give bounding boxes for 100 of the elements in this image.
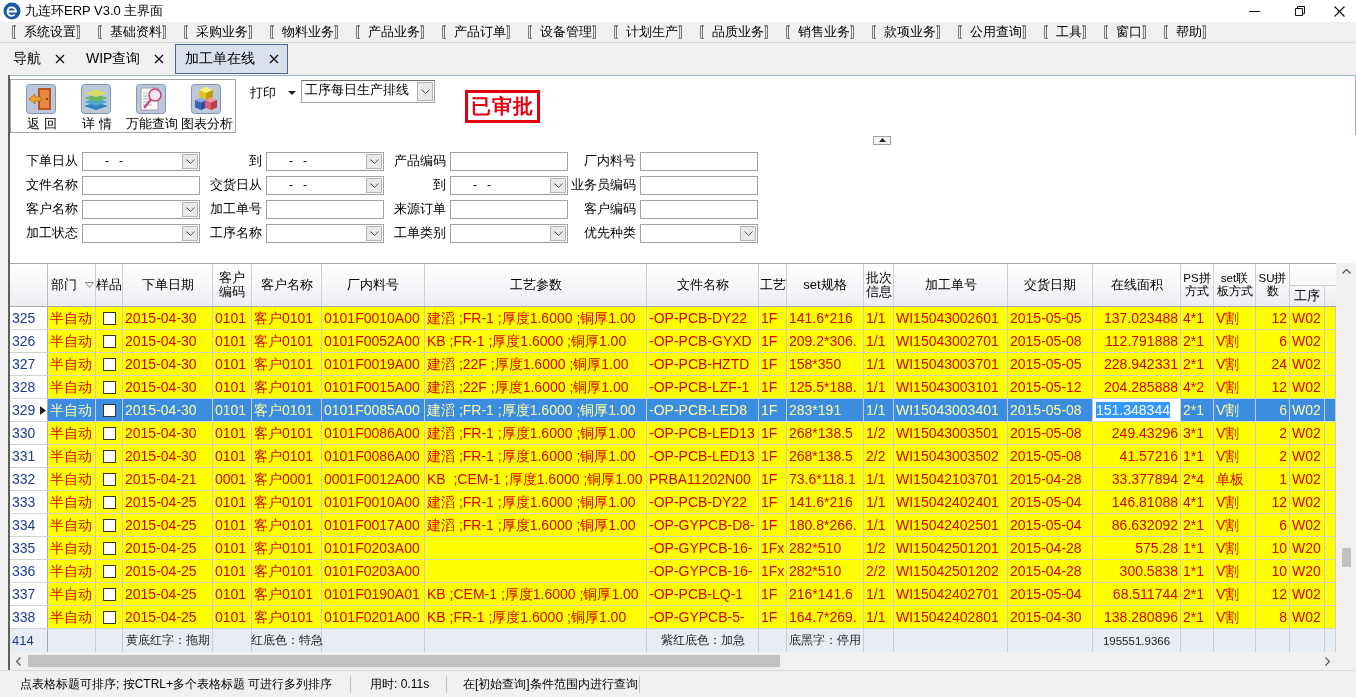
text-field[interactable] bbox=[640, 152, 758, 171]
table-row[interactable]: 337 半自动 2015-04-25 0101 客户0101 0101F0190A01 KB ;CEM-1 ;厚度1.6000 ;铜厚1.00 -OP-PCB-LQ-1 1F 216*141.6 1/1 WI15042402701 2015-05-04 68.511744 2*1 V割 12 W02 bbox=[10, 583, 1336, 606]
print-button[interactable]: 打印 bbox=[248, 83, 298, 103]
tab[interactable]: WIP查询 bbox=[76, 44, 174, 74]
close-icon[interactable] bbox=[269, 54, 280, 64]
menu-item[interactable]: 〚设备管理〛 bbox=[527, 23, 605, 41]
toolbar-button[interactable]: 图表分析 bbox=[178, 80, 233, 132]
text-field[interactable] bbox=[640, 200, 758, 219]
combo-field[interactable] bbox=[450, 224, 568, 243]
table-row[interactable]: 333 半自动 2015-04-25 0101 客户0101 0101F0010A00 建滔 ;FR-1 ;厚度1.6000 ;铜厚1.00 -OP-PCB-DY22 1F 141.6*216 1/1 WI15042402401 2015-05-04 146.81088 4*1 V割 12 W02 bbox=[10, 491, 1336, 514]
menu-item[interactable]: 〚产品业务〛 bbox=[355, 23, 433, 41]
checkbox[interactable] bbox=[102, 357, 116, 371]
menu-item[interactable]: 〚系统设置〛 bbox=[11, 23, 89, 41]
checkbox[interactable] bbox=[102, 564, 116, 578]
collapse-button[interactable] bbox=[873, 135, 891, 145]
text-field[interactable] bbox=[82, 176, 200, 195]
close-icon[interactable] bbox=[55, 54, 65, 64]
horizontal-scrollbar[interactable] bbox=[10, 652, 1356, 670]
row-header[interactable]: 331 bbox=[10, 445, 48, 467]
dropdown-button[interactable] bbox=[366, 178, 382, 193]
dropdown-button[interactable] bbox=[366, 226, 382, 241]
menu-item[interactable]: 〚销售业务〛 bbox=[785, 23, 863, 41]
column-header[interactable]: 工序 bbox=[1290, 285, 1325, 306]
column-header[interactable]: set联板方式 bbox=[1214, 264, 1256, 306]
table-row[interactable]: 336 半自动 2015-04-25 0101 客户0101 0101F0203A00 -OP-GYPCB-16- 1Fx 282*510 2/2 WI15042501202 2015-04-28 300.5838 1*1 V割 10 W20 bbox=[10, 560, 1336, 583]
column-header[interactable]: 下单日期 bbox=[123, 264, 213, 306]
date-field[interactable]: - - bbox=[266, 176, 384, 195]
menu-item[interactable]: 〚物料业务〛 bbox=[269, 23, 347, 41]
column-header[interactable]: 客户名称 bbox=[252, 264, 322, 306]
row-header[interactable]: 334 bbox=[10, 514, 48, 536]
table-row[interactable]: 334 半自动 2015-04-25 0101 客户0101 0101F0017A00 建滔 ;FR-1 ;厚度1.6000 ;铜厚1.00 -OP-GYPCB-D8- 1F 180.8*266. 1/1 WI15042402501 2015-05-04 86.632092 2*1 V割 6 W02 bbox=[10, 514, 1336, 537]
column-header[interactable]: PS拼方式 bbox=[1181, 264, 1214, 306]
column-header[interactable]: 在线面积 bbox=[1093, 264, 1181, 306]
scrollbar-thumb[interactable] bbox=[28, 655, 780, 667]
row-header[interactable]: 333 bbox=[10, 491, 48, 513]
table-row[interactable]: 332 半自动 2015-04-21 0001 客户0001 0001F0012A00 KB ;CEM-1 ;厚度1.6000 ;铜厚1.00 PRBA11202N00 1F 73.6*118.1 1/1 WI15042103701 2015-04-28 33.377894 2*4 单板 1 W02 bbox=[10, 468, 1336, 491]
row-header[interactable]: 325 bbox=[10, 307, 48, 329]
checkbox[interactable] bbox=[102, 311, 116, 325]
menu-item[interactable]: 〚品质业务〛 bbox=[699, 23, 777, 41]
checkbox[interactable] bbox=[102, 541, 116, 555]
row-header[interactable]: 327 bbox=[10, 353, 48, 375]
column-header[interactable]: 客户编码 bbox=[213, 264, 252, 306]
checkbox[interactable] bbox=[102, 610, 116, 624]
table-row[interactable]: 330 半自动 2015-04-30 0101 客户0101 0101F0086A00 建滔 ;FR-1 ;厚度1.6000 ;铜厚1.00 -OP-PCB-LED13 1F 268*138.5 1/2 WI15043003501 2015-05-08 249.43296 3*1 V割 2 W02 bbox=[10, 422, 1336, 445]
checkbox[interactable] bbox=[102, 518, 116, 532]
dropdown-button[interactable] bbox=[740, 226, 756, 241]
close-icon[interactable] bbox=[154, 54, 165, 64]
scrollbar-thumb[interactable] bbox=[1341, 548, 1351, 567]
row-header[interactable]: 336 bbox=[10, 560, 48, 582]
row-header[interactable]: 330 bbox=[10, 422, 48, 444]
text-field[interactable] bbox=[266, 200, 384, 219]
table-row[interactable]: 327 半自动 2015-04-30 0101 客户0101 0101F0019A00 建滔 ;22F ;厚度1.6000 ;铜厚1.00 -OP-PCB-HZTD 1F 158*350 1/1 WI15043003701 2015-05-05 228.942331 2*1 V割 24 W02 bbox=[10, 353, 1336, 376]
checkbox[interactable] bbox=[102, 403, 116, 417]
table-row[interactable]: 325 半自动 2015-04-30 0101 客户0101 0101F0010A00 建滔 ;FR-1 ;厚度1.6000 ;铜厚1.00 -OP-PCB-DY22 1F 141.6*216 1/1 WI15043002601 2015-05-05 137.023488 4*1 V割 12 W02 bbox=[10, 307, 1336, 330]
row-header[interactable]: 338 bbox=[10, 606, 48, 628]
column-header[interactable]: 文件名称 bbox=[647, 264, 759, 306]
column-header[interactable]: SU拼数 bbox=[1256, 264, 1290, 306]
tab[interactable]: 加工单在线 bbox=[175, 44, 289, 74]
dropdown-button[interactable] bbox=[182, 154, 198, 169]
table-row[interactable]: 335 半自动 2015-04-25 0101 客户0101 0101F0203A00 -OP-GYPCB-16- 1Fx 282*510 1/2 WI15042501201 2015-04-28 575.28 1*1 V割 10 W20 bbox=[10, 537, 1336, 560]
dropdown-button[interactable] bbox=[550, 178, 566, 193]
column-header[interactable]: 厂内料号 bbox=[322, 264, 425, 306]
column-header[interactable]: 批次信息 bbox=[864, 264, 894, 306]
dropdown-button[interactable] bbox=[182, 226, 198, 241]
table-row[interactable]: 338 半自动 2015-04-25 0101 客户0101 0101F0201A00 KB ;FR-1 ;厚度1.6000 ;铜厚1.00 -OP-GYPCB-5- 1F 164.7*269. 1/1 WI15042402801 2015-04-30 138.280896 2*1 V割 8 W02 bbox=[10, 606, 1336, 629]
row-header[interactable]: 332 bbox=[10, 468, 48, 490]
combo-field[interactable] bbox=[640, 224, 758, 243]
column-header[interactable]: 工艺参数 bbox=[425, 264, 647, 306]
row-header[interactable]: 326 bbox=[10, 330, 48, 352]
dropdown-button[interactable] bbox=[366, 154, 382, 169]
dropdown-button[interactable] bbox=[550, 226, 566, 241]
toolbar-button[interactable]: 返 回 bbox=[13, 80, 68, 132]
checkbox[interactable] bbox=[102, 334, 116, 348]
date-field[interactable]: - - bbox=[266, 152, 384, 171]
combo-field[interactable] bbox=[266, 224, 384, 243]
menu-item[interactable]: 〚帮助〛 bbox=[1163, 23, 1215, 41]
checkbox[interactable] bbox=[102, 472, 116, 486]
menu-item[interactable]: 〚款项业务〛 bbox=[871, 23, 949, 41]
row-header[interactable]: 328 bbox=[10, 376, 48, 398]
tab[interactable]: 导航 bbox=[3, 44, 74, 74]
dropdown-button[interactable] bbox=[182, 202, 198, 217]
table-row[interactable]: 326 半自动 2015-04-30 0101 客户0101 0101F0052A00 KB ;FR-1 ;厚度1.6000 ;铜厚1.00 -OP-PCB-GYXD 1F 209.2*306. 1/1 WI15043002701 2015-05-08 112.791888 2*1 V割 6 W02 bbox=[10, 330, 1336, 353]
text-field[interactable] bbox=[640, 176, 758, 195]
date-field[interactable]: - - bbox=[450, 176, 568, 195]
checkbox[interactable] bbox=[102, 380, 116, 394]
table-row[interactable]: 329 半自动 2015-04-30 0101 客户0101 0101F0085A00 建滔 ;FR-1 ;厚度1.6000 ;铜厚1.00 -OP-PCB-LED8 1F 283*191 1/1 WI15043003401 2015-05-08 151.348344 2*1 V割 6 W02 bbox=[10, 399, 1336, 422]
menu-item[interactable]: 〚窗口〛 bbox=[1103, 23, 1155, 41]
checkbox[interactable] bbox=[102, 426, 116, 440]
checkbox[interactable] bbox=[102, 587, 116, 601]
row-header[interactable]: 337 bbox=[10, 583, 48, 605]
column-header[interactable]: 部门 bbox=[48, 264, 96, 306]
menu-item[interactable]: 〚产品订单〛 bbox=[441, 23, 519, 41]
toolbar-button[interactable]: 万能查询 bbox=[123, 80, 178, 132]
row-header[interactable]: 335 bbox=[10, 537, 48, 559]
text-field[interactable] bbox=[450, 200, 568, 219]
column-header[interactable]: 工艺 bbox=[759, 264, 787, 306]
checkbox[interactable] bbox=[102, 495, 116, 509]
column-header[interactable]: 交货日期 bbox=[1008, 264, 1093, 306]
column-header[interactable]: set规格 bbox=[787, 264, 864, 306]
combo-field[interactable] bbox=[82, 200, 200, 219]
